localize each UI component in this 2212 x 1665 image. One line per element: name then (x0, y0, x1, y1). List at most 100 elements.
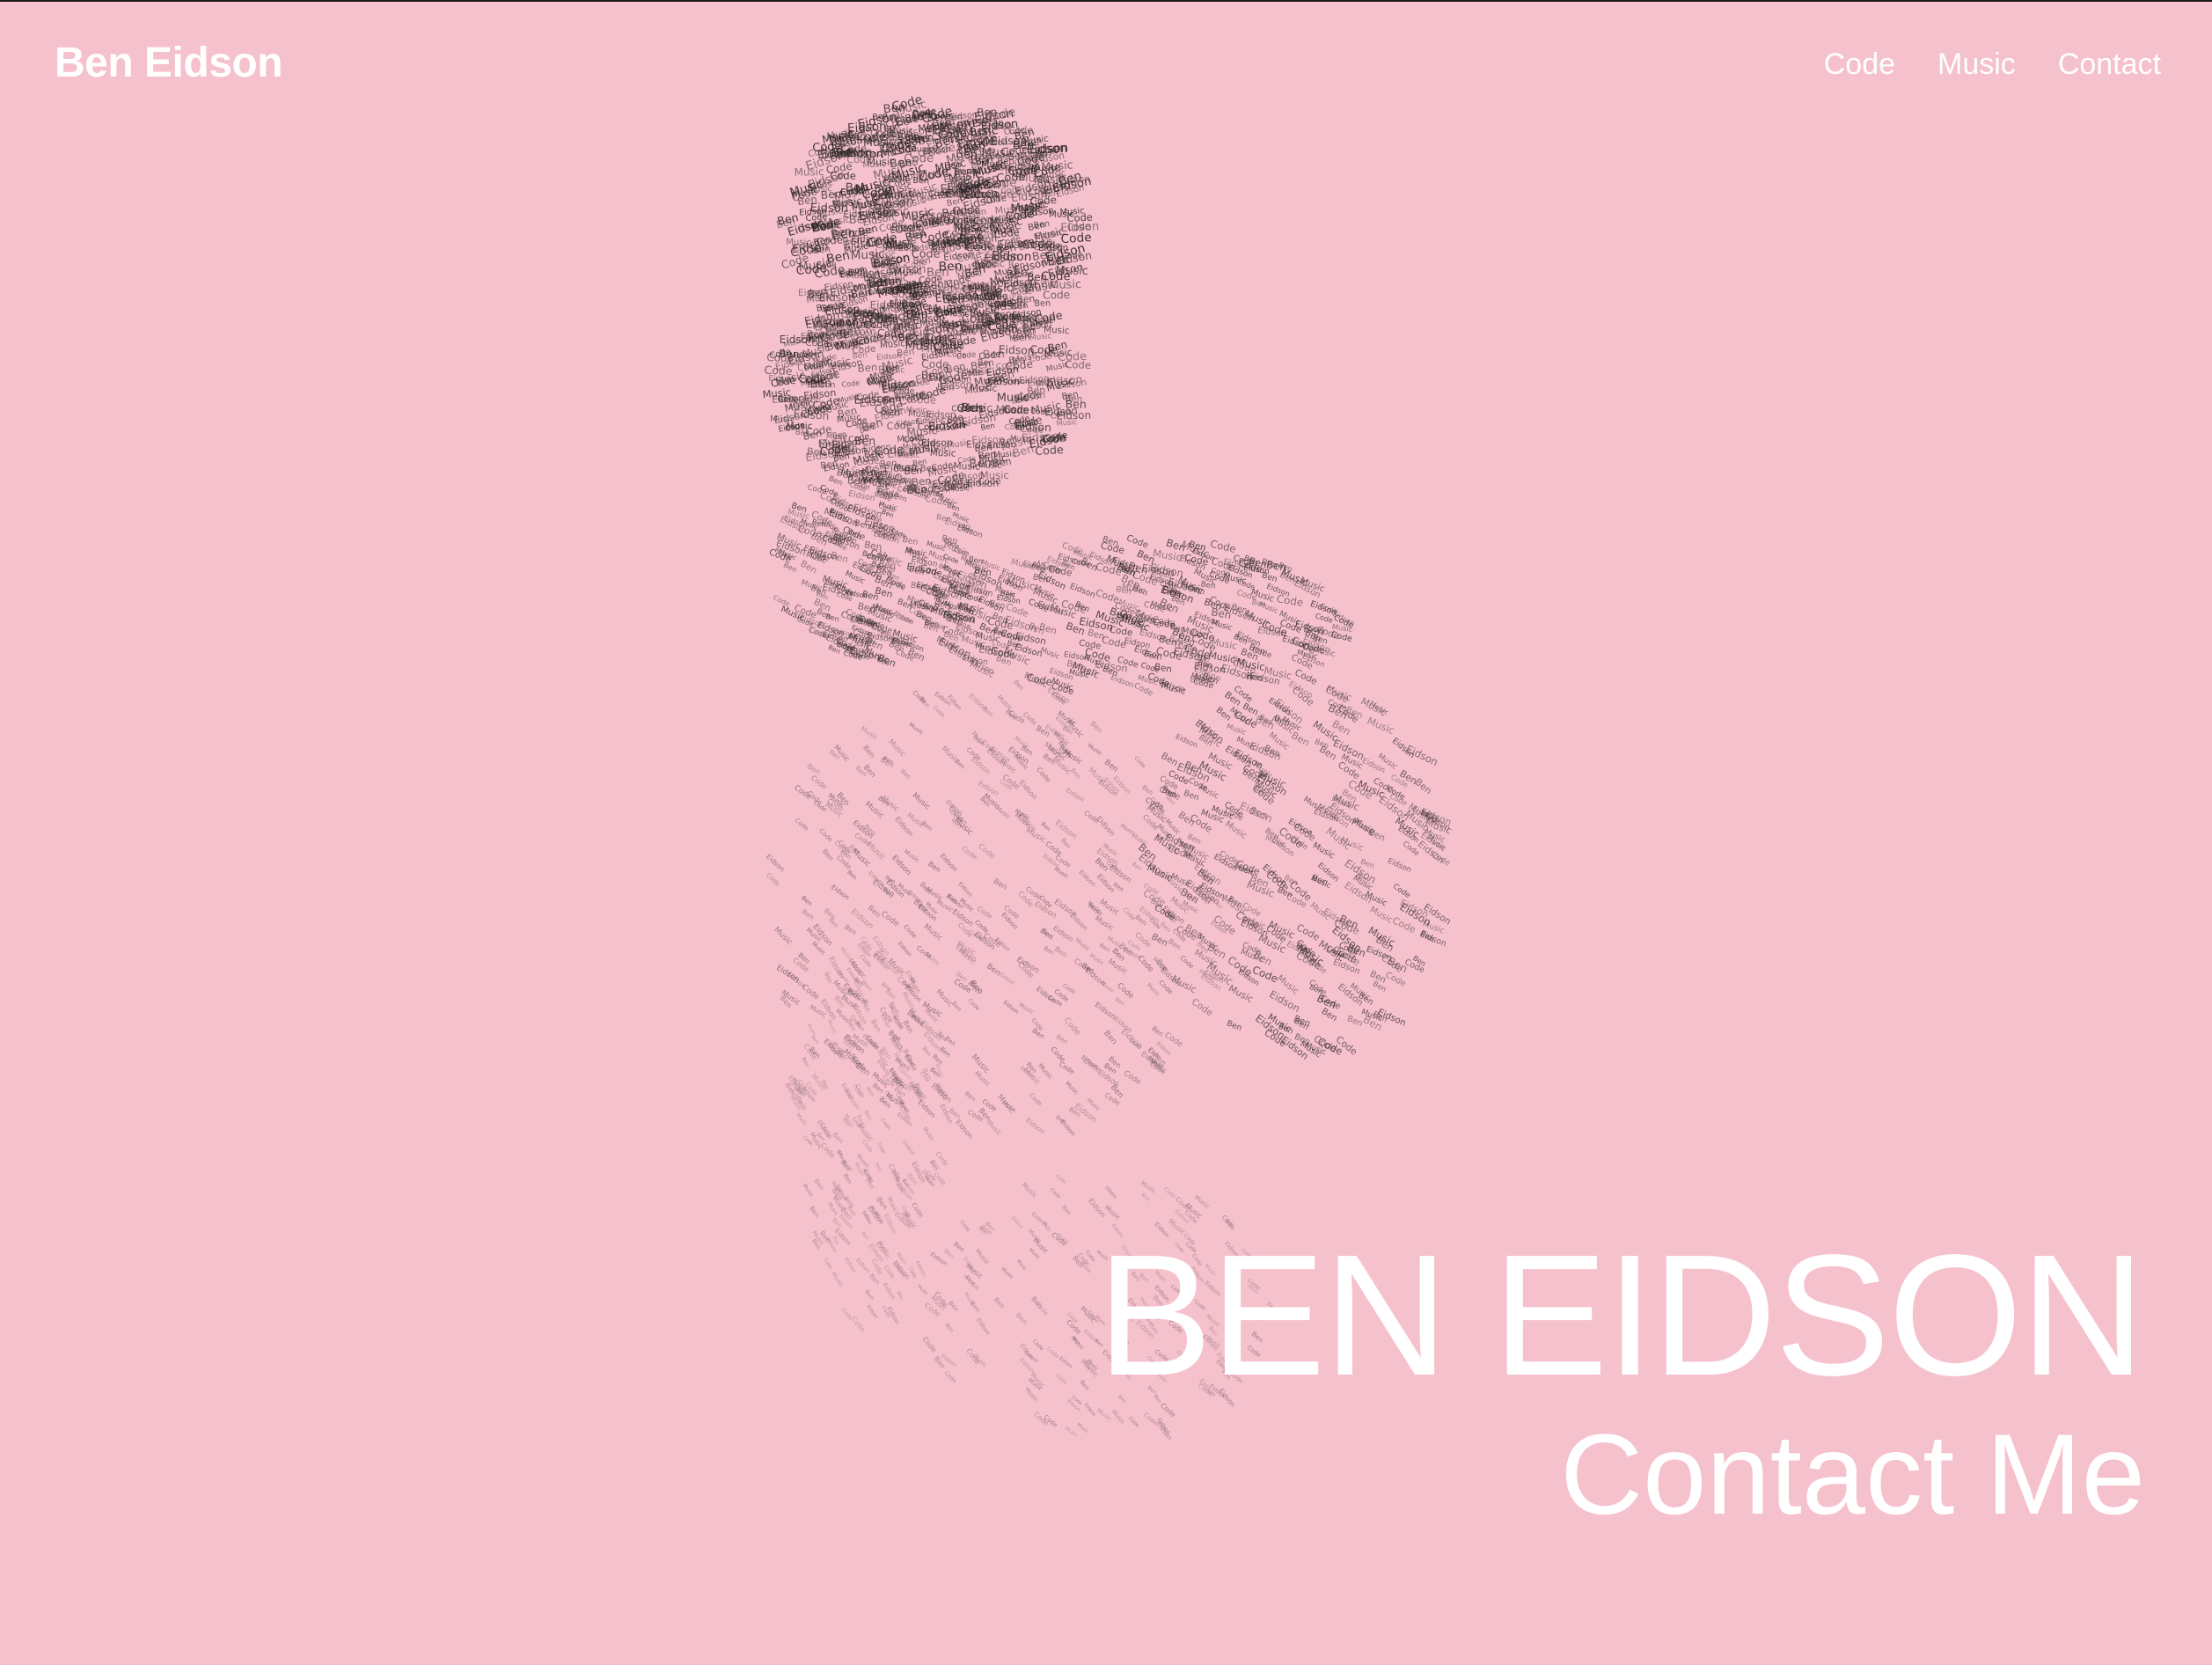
figure-word: Code (1010, 287, 1033, 298)
figure-word: Eidson (1058, 1356, 1073, 1370)
hero-title: BEN EIDSON (1097, 1219, 2145, 1412)
figure-word: Music (860, 724, 880, 741)
figure-word: Music (916, 1284, 929, 1296)
figure-word: Code (921, 1335, 939, 1353)
figure-word: Code (1045, 1346, 1060, 1360)
figure-word: Ben (927, 860, 942, 874)
figure-word: Code (832, 443, 859, 456)
figure-word: Music (830, 1271, 846, 1289)
figure-word: Code (1031, 1339, 1044, 1352)
figure-word: Eidson (854, 1258, 871, 1275)
figure-word: Eidson (853, 392, 891, 407)
figure-word: Ben (896, 1291, 905, 1301)
figure-word: Ben (1102, 1029, 1118, 1046)
figure-word: Ben (874, 1163, 883, 1173)
figure-word: Ben (1226, 1019, 1243, 1033)
figure-word: Eidson (939, 852, 960, 873)
figure-word: Ben (799, 559, 819, 576)
figure-word: Ben (808, 1206, 820, 1219)
figure-word: Eidson (882, 1282, 897, 1301)
figure-word: Eidson (1386, 857, 1412, 875)
figure-word: Ben (857, 361, 878, 375)
figure-word: Ben (1248, 805, 1270, 823)
figure-word: Code (967, 998, 981, 1012)
figure-word: Code (1054, 1373, 1068, 1386)
figure-word: Eidson (911, 209, 952, 224)
figure-word: Ben (884, 987, 897, 1001)
contact-me-link[interactable]: Contact Me (1560, 1417, 2145, 1531)
figure-word: Code (947, 421, 966, 429)
figure-word: Code (1030, 407, 1051, 417)
figure-word: Ben (1098, 942, 1111, 954)
figure-word: Code (947, 350, 967, 360)
figure-word: Code (879, 1118, 891, 1132)
figure-word: Ben (801, 907, 816, 921)
figure-word: Ben (1079, 1379, 1091, 1392)
figure-word: Ben (1150, 932, 1169, 949)
figure-word: Ben (800, 895, 814, 908)
figure-word: Music (826, 1019, 839, 1035)
figure-word: Music (1087, 742, 1104, 757)
figure-word: Code (1043, 289, 1070, 302)
figure-word: Ben (878, 756, 895, 771)
nav-link-code[interactable]: Code (1824, 48, 1895, 82)
figure-word: Music (1064, 1081, 1080, 1097)
figure-word: Eidson (897, 941, 913, 958)
figure-word: Ben (1069, 767, 1081, 781)
figure-word: Music (1223, 819, 1249, 841)
figure-word: Code (1276, 592, 1304, 609)
figure-word: Ben (852, 351, 868, 362)
figure-word: Code (1002, 404, 1029, 417)
figure-word: Music (1064, 1426, 1079, 1438)
figure-word: Music (1000, 1267, 1014, 1281)
figure-word: Music (1017, 1001, 1036, 1016)
brand-logo-link[interactable]: Ben Eidson (55, 39, 283, 87)
figure-word: Eidson (865, 1304, 878, 1320)
figure-word: Code (819, 1141, 837, 1160)
nav-link-contact[interactable]: Contact (2058, 48, 2161, 82)
figure-word: Code (978, 477, 1000, 488)
figure-word: Eidson (1404, 743, 1440, 768)
figure-word: Eidson (901, 1141, 916, 1157)
figure-word: Ben (945, 113, 963, 123)
nav-link-music[interactable]: Music (1937, 48, 2016, 82)
figure-word: Code (765, 871, 781, 888)
figure-word: Ben (821, 847, 836, 862)
figure-word: Music (1020, 1181, 1039, 1199)
figure-word: Code (1123, 1068, 1143, 1086)
figure-word: Music (1308, 900, 1332, 922)
figure-word: Code (1179, 954, 1195, 970)
figure-word: Music (881, 365, 905, 378)
figure-word: Eidson (1068, 912, 1089, 933)
figure-word: Eidson (1068, 582, 1097, 600)
figure-word: Ben (952, 1241, 965, 1254)
figure-word: Music (868, 378, 893, 387)
figure-word: Code (960, 845, 978, 862)
figure-word: Ben (813, 245, 831, 256)
figure-word: Eidson (954, 1119, 974, 1141)
figure-word: Ben (1112, 881, 1125, 893)
figure-word: Ben (1102, 759, 1119, 774)
figure-word: Eidson (1024, 1116, 1046, 1135)
figure-word: Music (1139, 1179, 1157, 1195)
figure-word: Ben (992, 877, 1008, 892)
figure-word: Music (974, 1247, 992, 1266)
figure-word: Eidson (1058, 173, 1091, 185)
figure-word: Eidson (810, 202, 849, 216)
figure-word: Music (1056, 417, 1078, 428)
figure-word: Code (875, 1142, 886, 1155)
figure-word: Ben (801, 1057, 810, 1068)
figure-word: Ben (1055, 1032, 1070, 1045)
figure-word: Music (1073, 936, 1091, 952)
figure-word: Eidson (956, 881, 973, 899)
figure-word: Ben (899, 767, 912, 781)
figure-word: Ben (970, 308, 987, 319)
figure-word: Code (798, 372, 827, 386)
figure-word: Code (1062, 1016, 1082, 1038)
figure-word: Music (922, 922, 945, 943)
figure-word: Eidson (780, 334, 815, 346)
figure-word: Music (836, 340, 864, 353)
figure-word: Ben (1089, 720, 1104, 735)
figure-word: Ben (1040, 821, 1052, 832)
figure-word: Eidson (843, 1257, 857, 1274)
